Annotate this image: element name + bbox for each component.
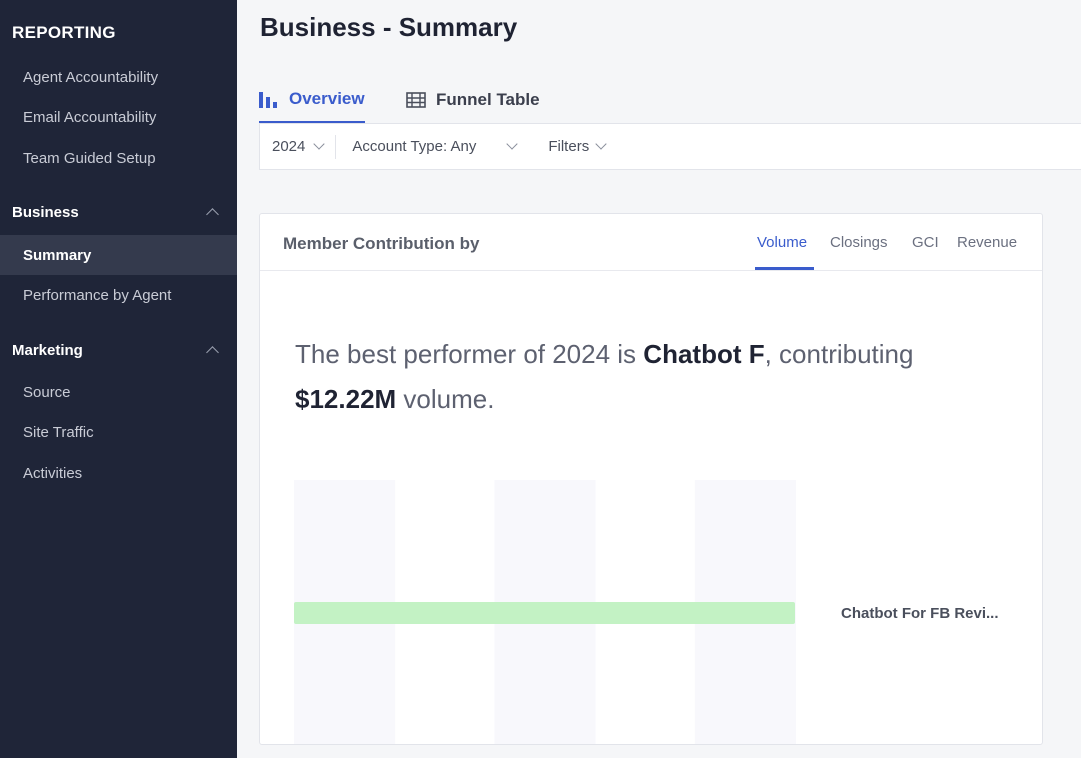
metric-tab-closings[interactable]: Closings (830, 234, 888, 251)
chevron-up-icon (206, 207, 219, 221)
sidebar-section-label: Business (12, 203, 79, 221)
sidebar-item-label: Source (23, 383, 71, 401)
sidebar-item-label: Site Traffic (23, 423, 94, 441)
sidebar-item-team-guided-setup[interactable]: Team Guided Setup (0, 138, 237, 178)
year-select-value: 2024 (272, 138, 306, 155)
tab-label: Overview (289, 88, 365, 108)
best-performer-name: Chatbot F (643, 339, 765, 369)
chevron-down-icon (313, 138, 326, 150)
active-tab-indicator (755, 267, 814, 270)
sidebar-item-label: Summary (23, 246, 92, 264)
sidebar-section-label: Marketing (12, 341, 83, 359)
headline-middle: , contributing (764, 339, 914, 369)
chevron-down-icon (506, 138, 519, 150)
card-header: Member Contribution by Volume Closings G… (260, 214, 1042, 271)
sidebar-item-label: Agent Accountability (23, 68, 159, 86)
sidebar-item-label: Team Guided Setup (23, 149, 156, 167)
sidebar-item-label: Activities (23, 464, 83, 482)
filters-button-label: Filters (548, 138, 590, 155)
sidebar-item-agent-accountability[interactable]: Agent Accountability (0, 57, 237, 97)
sidebar-item-label: Email Accountability (23, 108, 157, 126)
chevron-down-icon (595, 138, 607, 150)
tab-overview[interactable]: Overview (259, 76, 365, 124)
contribution-bar-chart: Chatbot For FB Revi... (294, 480, 999, 744)
sidebar-section-business[interactable]: Business (0, 197, 237, 227)
headline-suffix: volume. (396, 384, 495, 414)
metric-tab-revenue[interactable]: Revenue (957, 234, 1017, 251)
sidebar-item-site-traffic[interactable]: Site Traffic (0, 412, 237, 452)
account-type-select-value: Account Type: Any (352, 138, 477, 155)
member-contribution-card: Member Contribution by Volume Closings G… (259, 213, 1043, 745)
headline-prefix: The best performer of 2024 is (295, 339, 644, 369)
bar-chart-icon (259, 91, 277, 108)
year-select[interactable]: 2024 (272, 138, 326, 155)
sidebar-item-email-accountability[interactable]: Email Accountability (0, 97, 237, 137)
sidebar-title: REPORTING (12, 23, 116, 42)
sidebar-item-label: Performance by Agent (23, 286, 172, 304)
sidebar-item-summary[interactable]: Summary (0, 235, 237, 275)
account-type-select[interactable]: Account Type: Any (352, 138, 519, 155)
sidebar-item-activities[interactable]: Activities (0, 453, 237, 493)
filter-bar: 2024 Account Type: Any Filters (259, 123, 1081, 170)
filter-divider (335, 134, 337, 159)
sidebar-item-source[interactable]: Source (0, 372, 237, 412)
metric-tab-gci[interactable]: GCI (912, 234, 939, 251)
sidebar: REPORTING Agent Accountability Email Acc… (0, 0, 237, 758)
tab-funnel-table[interactable]: Funnel Table (406, 76, 540, 124)
best-performer-amount: $12.22M (295, 384, 397, 414)
chart-bar[interactable] (294, 602, 795, 624)
page-title: Business - Summary (260, 12, 518, 42)
sidebar-item-performance-by-agent[interactable]: Performance by Agent (0, 275, 237, 315)
card-title: Member Contribution by (283, 234, 480, 253)
table-icon (406, 92, 426, 108)
filters-button[interactable]: Filters (548, 138, 607, 155)
best-performer-headline: The best performer of 2024 is Chatbot F,… (295, 332, 1015, 422)
sidebar-section-marketing[interactable]: Marketing (0, 335, 237, 365)
chevron-up-icon (206, 345, 219, 359)
metric-tab-volume[interactable]: Volume (757, 234, 807, 251)
tab-label: Funnel Table (436, 90, 540, 109)
chart-category-label: Chatbot For FB Revi... (841, 605, 999, 622)
